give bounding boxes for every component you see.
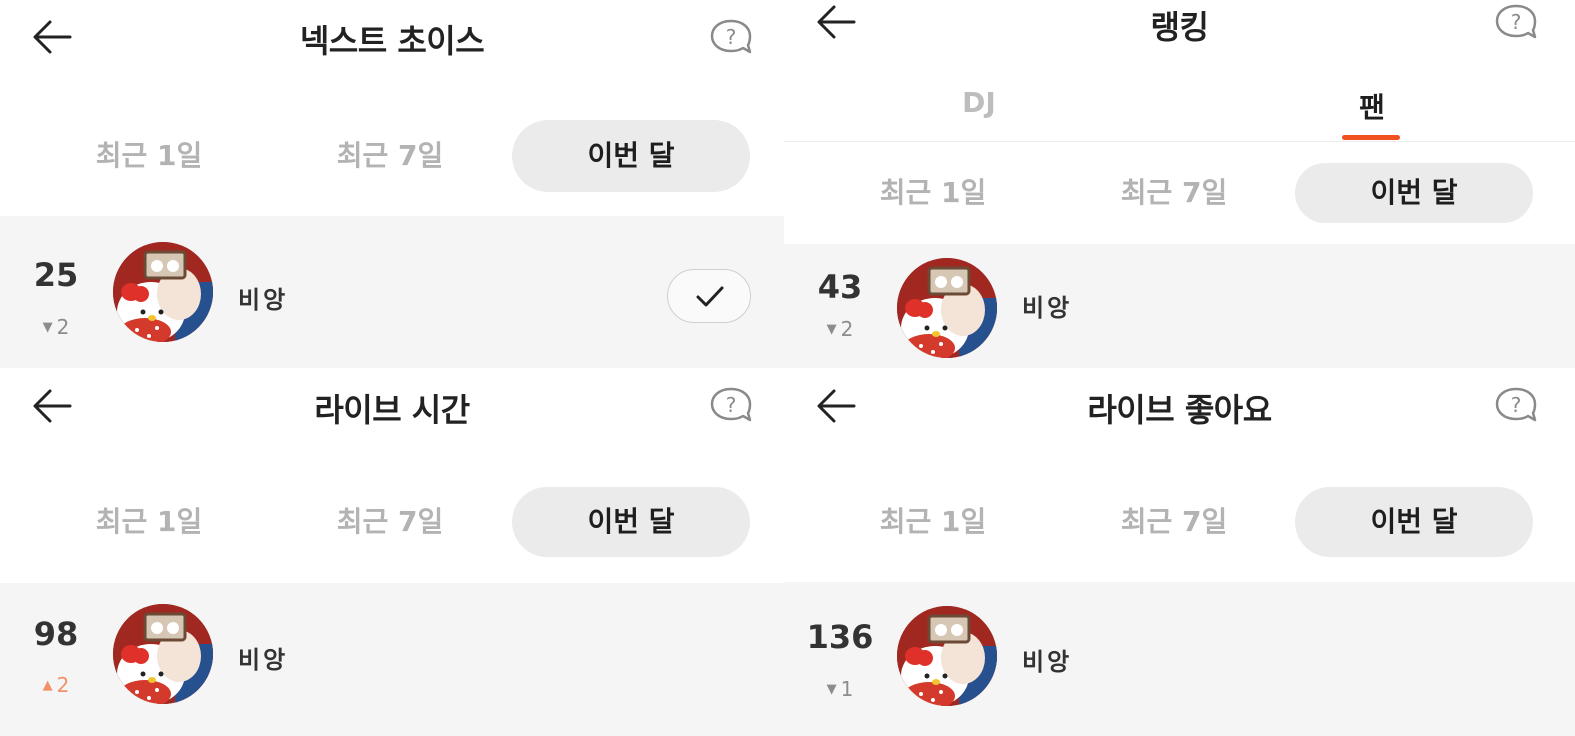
rank-change-up: ▲ 2 [16, 673, 96, 697]
active-tab-indicator [1342, 135, 1400, 140]
rank-number: 98 [33, 615, 79, 653]
avatar [113, 604, 213, 704]
avatar [113, 242, 213, 342]
user-name: 비앙 [238, 286, 289, 314]
down-triangle-icon: ▼ [826, 682, 837, 697]
tab-fan[interactable]: 팬 [1272, 86, 1472, 126]
ranking-row[interactable]: 25 ▼ 2 비앙 [0, 216, 784, 368]
user-name: 비앙 [1022, 294, 1073, 322]
hello-kitty-avatar-image [113, 604, 213, 704]
period-filter: 최근 1일 최근 7일 이번 달 [30, 120, 752, 192]
filter-recent-7-days[interactable]: 최근 7일 [1055, 487, 1293, 557]
svg-text:?: ? [726, 393, 737, 417]
help-icon[interactable]: ? [709, 18, 753, 58]
page-title: 라이브 시간 [314, 391, 470, 429]
page-title: 랭킹 [1150, 8, 1209, 46]
hello-kitty-avatar-image [897, 258, 997, 358]
next-choice-screen: 넥스트 초이스 ? 최근 1일 최근 7일 이번 달 25 ▼ 2 비앙 [0, 0, 784, 368]
help-icon[interactable]: ? [1494, 3, 1538, 43]
filter-recent-7-days[interactable]: 최근 7일 [271, 487, 509, 557]
down-triangle-icon: ▼ [42, 320, 53, 335]
rank-change-value: 2 [56, 673, 70, 697]
check-icon [696, 286, 724, 307]
rank-number: 43 [817, 268, 863, 306]
page-title: 넥스트 초이스 [299, 22, 485, 60]
svg-text:?: ? [1511, 393, 1522, 417]
filter-recent-1-day[interactable]: 최근 1일 [30, 487, 268, 557]
filter-recent-1-day[interactable]: 최근 1일 [814, 163, 1052, 223]
user-name: 비앙 [238, 646, 289, 674]
filter-this-month[interactable]: 이번 달 [1295, 487, 1533, 557]
help-icon[interactable]: ? [1494, 386, 1538, 426]
user-name: 비앙 [1022, 648, 1073, 676]
rank-change-value: 1 [840, 677, 854, 701]
filter-this-month[interactable]: 이번 달 [1295, 163, 1533, 223]
rank-change-down: ▼ 1 [800, 677, 880, 701]
rank-change-value: 2 [840, 317, 854, 341]
rank-change-down: ▼ 2 [800, 317, 880, 341]
live-likes-screen: 라이브 좋아요 ? 최근 1일 최근 7일 이번 달 136 ▼ 1 비앙 [784, 368, 1575, 736]
rank-number: 136 [806, 618, 874, 656]
rank-change-down: ▼ 2 [16, 315, 96, 339]
ranking-screen: 랭킹 ? DJ 팬 최근 1일 최근 7일 이번 달 43 ▼ 2 비앙 [784, 0, 1575, 368]
hello-kitty-avatar-image [897, 606, 997, 706]
hello-kitty-avatar-image [113, 242, 213, 342]
page-title: 라이브 좋아요 [1087, 391, 1272, 429]
filter-recent-1-day[interactable]: 최근 1일 [30, 120, 268, 192]
ranking-row[interactable]: 98 ▲ 2 비앙 [0, 583, 784, 736]
period-filter: 최근 1일 최근 7일 이번 달 [814, 163, 1543, 223]
avatar [897, 258, 997, 358]
select-check-button[interactable] [667, 269, 751, 323]
filter-this-month[interactable]: 이번 달 [512, 120, 750, 192]
down-triangle-icon: ▼ [826, 322, 837, 337]
up-triangle-icon: ▲ [42, 678, 53, 693]
avatar [897, 606, 997, 706]
svg-text:?: ? [726, 25, 737, 49]
ranking-row[interactable]: 136 ▼ 1 비앙 [784, 582, 1575, 736]
help-icon[interactable]: ? [709, 386, 753, 426]
filter-this-month[interactable]: 이번 달 [512, 487, 750, 557]
svg-text:?: ? [1511, 10, 1522, 34]
rank-change-value: 2 [56, 315, 70, 339]
rank-number: 25 [33, 256, 79, 294]
filter-recent-1-day[interactable]: 최근 1일 [814, 487, 1052, 557]
filter-recent-7-days[interactable]: 최근 7일 [271, 120, 509, 192]
tab-dj[interactable]: DJ [879, 86, 1079, 119]
period-filter: 최근 1일 최근 7일 이번 달 [814, 487, 1543, 557]
ranking-row[interactable]: 43 ▼ 2 비앙 [784, 244, 1575, 368]
period-filter: 최근 1일 최근 7일 이번 달 [30, 487, 752, 557]
ranking-tabs: DJ 팬 [784, 72, 1575, 142]
live-time-screen: 라이브 시간 ? 최근 1일 최근 7일 이번 달 98 ▲ 2 비앙 [0, 368, 784, 736]
filter-recent-7-days[interactable]: 최근 7일 [1055, 163, 1293, 223]
